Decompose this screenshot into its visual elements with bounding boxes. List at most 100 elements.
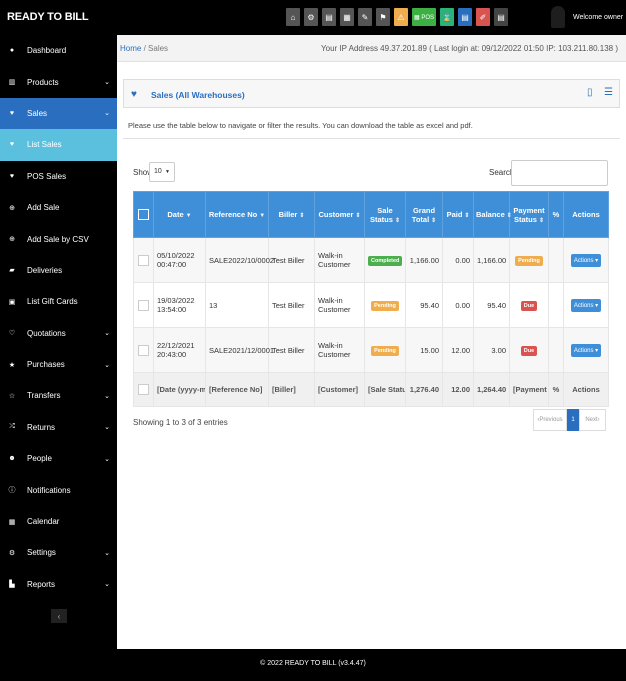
breadcrumb-home-link[interactable]: Home: [120, 44, 141, 53]
column-header-paid[interactable]: Paid ⇕: [442, 191, 474, 238]
actions-dropdown-button[interactable]: Actions ▾: [570, 298, 602, 312]
sidebar-item-dashboard[interactable]: ● Dashboard: [0, 35, 117, 66]
pagination-next[interactable]: Next›: [579, 409, 606, 431]
row-checkbox[interactable]: [138, 299, 149, 311]
list-options-icon[interactable]: ☰: [604, 87, 613, 101]
page-length-select[interactable]: 10 ▼: [149, 162, 175, 182]
sidebar-item-label: List Gift Cards: [27, 297, 78, 307]
footer-reference-filter[interactable]: [Reference No]: [205, 372, 269, 407]
chevron-down-icon: ⌄: [104, 392, 110, 400]
sidebar-collapse-button[interactable]: ‹: [51, 609, 67, 623]
cell-customer: Walk-in Customer: [314, 282, 365, 328]
footer-payment-status-filter[interactable]: [Payment S: [509, 372, 549, 407]
panel-header: ♥ Sales (All Warehouses) ▯ ☰: [123, 79, 620, 108]
footer-sale-status-filter[interactable]: [Sale Statu: [364, 372, 406, 407]
calendar-icon[interactable]: ▦: [340, 8, 354, 26]
alert-icon[interactable]: ⚠: [394, 8, 408, 26]
star-outline-icon: ☆: [8, 392, 16, 400]
sidebar-item-returns[interactable]: ⤮ Returns ⌄: [0, 412, 117, 443]
cell-payment-status: Pending: [509, 237, 549, 283]
sidebar-item-calendar[interactable]: ▦ Calendar: [0, 506, 117, 537]
top-navbar: READY TO BILL ⌂ ⚙ ▤ ▦ ✎ ⚑ ⚠ ▦ POS ⌛ ▤ ✐ ▤ Welcome o…: [0, 0, 626, 35]
sidebar-item-notifications[interactable]: ⓘ Notifications: [0, 474, 117, 505]
select-all-header[interactable]: [133, 191, 154, 238]
brand-logo[interactable]: READY TO BILL: [7, 11, 89, 23]
ip-info: Your IP Address 49.37.201.89 ( Last logi…: [321, 44, 618, 53]
sidebar-item-label: Purchases: [27, 360, 65, 370]
row-checkbox[interactable]: [138, 344, 149, 356]
column-header-biller[interactable]: Biller ⇕: [268, 191, 315, 238]
sidebar-item-purchases[interactable]: ★ Purchases ⌄: [0, 349, 117, 380]
column-header-reference-no[interactable]: Reference No ▼: [205, 191, 269, 238]
eraser-icon[interactable]: ✐: [476, 8, 490, 26]
select-all-checkbox[interactable]: [138, 209, 149, 220]
star-icon: ★: [8, 361, 16, 369]
sidebar-item-people[interactable]: ☻ People ⌄: [0, 443, 117, 474]
table-row[interactable]: 05/10/2022 00:47:00 SALE2022/10/0002 Test …: [133, 237, 609, 283]
sidebar-item-quotations[interactable]: ♡ Quotations ⌄: [0, 318, 117, 349]
sidebar-item-label: Notifications: [27, 485, 71, 495]
calculator-icon[interactable]: ▤: [322, 8, 336, 26]
sidebar-item-reports[interactable]: ▙ Reports ⌄: [0, 569, 117, 600]
sidebar-item-add-sale[interactable]: ⊕ Add Sale: [0, 192, 117, 223]
footer-date-filter[interactable]: [Date (yyyy-mm: [153, 372, 206, 407]
notes-icon[interactable]: ✎: [358, 8, 372, 26]
sidebar-item-transfers[interactable]: ☆ Transfers ⌄: [0, 380, 117, 411]
column-header-customer[interactable]: Customer ⇕: [314, 191, 365, 238]
timer-icon[interactable]: ⌛: [440, 8, 454, 26]
sidebar-item-list-gift-cards[interactable]: ▣ List Gift Cards: [0, 286, 117, 317]
heart-icon: ♥: [9, 109, 15, 117]
download-xls-icon[interactable]: ▯: [587, 87, 595, 101]
welcome-user-menu[interactable]: Welcome owner: [573, 14, 623, 21]
column-header-date[interactable]: Date ▼: [153, 191, 206, 238]
cell-balance: 95.40: [473, 282, 510, 328]
register-icon[interactable]: ▤: [458, 8, 472, 26]
sidebar-item-products[interactable]: ▥ Products ⌄: [0, 66, 117, 97]
menu-icon[interactable]: ▤: [494, 8, 508, 26]
column-header-grand-total[interactable]: Grand Total ⇕: [405, 191, 443, 238]
avatar[interactable]: [551, 6, 565, 28]
row-select-cell[interactable]: [133, 282, 154, 328]
column-header-label: Reference No: [208, 210, 258, 219]
heart-icon: ♥: [131, 89, 137, 100]
row-select-cell[interactable]: [133, 237, 154, 283]
table-row[interactable]: 19/03/2022 13:54:00 13 Test Biller Walk-in …: [133, 282, 609, 328]
chevron-down-icon: ⌄: [104, 110, 110, 118]
footer-biller-filter[interactable]: [Biller]: [268, 372, 315, 407]
pos-button-icon[interactable]: ▦ POS: [412, 8, 436, 26]
settings-icon[interactable]: ⚙: [304, 8, 318, 26]
row-select-cell[interactable]: [133, 327, 154, 373]
pagination-previous[interactable]: ‹Previous: [533, 409, 567, 431]
sidebar-item-pos-sales[interactable]: ♥ POS Sales: [0, 161, 117, 192]
column-header-sale-status[interactable]: Sale Status ⇕: [364, 191, 406, 238]
sidebar-item-sales[interactable]: ♥ Sales ⌄: [0, 97, 117, 130]
column-header-label: Biller: [278, 210, 298, 219]
language-flag-icon[interactable]: ⚑: [376, 8, 390, 26]
search-input[interactable]: [511, 160, 608, 186]
column-header-balance[interactable]: Balance ⇕: [473, 191, 512, 238]
actions-dropdown-button[interactable]: Actions ▾: [570, 253, 602, 267]
footer-customer-filter[interactable]: [Customer]: [314, 372, 365, 407]
sidebar-item-list-sales[interactable]: ♥ List Sales: [0, 129, 117, 161]
sort-icon: ⇕: [464, 213, 470, 219]
column-header-payment-status[interactable]: Payment Status ⇕: [509, 191, 549, 238]
sidebar-item-label: Settings: [27, 548, 56, 558]
pagination-page-1[interactable]: 1: [567, 409, 579, 431]
sidebar-item-label: Calendar: [27, 517, 60, 527]
row-checkbox[interactable]: [138, 254, 149, 266]
chevron-down-icon: ⌄: [104, 330, 110, 338]
sidebar-item-label: Products: [27, 77, 59, 87]
sidebar-item-deliveries[interactable]: ▰ Deliveries: [0, 255, 117, 286]
actions-dropdown-button[interactable]: Actions ▾: [570, 343, 602, 357]
cell-grand-total: 15.00: [405, 327, 443, 373]
heart-icon: ♥: [9, 172, 15, 180]
cell-sale-status: Pending: [364, 327, 406, 373]
footer-checkbox[interactable]: [138, 384, 149, 395]
footer-actions: Actions: [563, 372, 609, 407]
home-icon[interactable]: ⌂: [286, 8, 300, 26]
sidebar-item-settings[interactable]: ⚙ Settings ⌄: [0, 537, 117, 568]
table-row[interactable]: 22/12/2021 20:43:00 SALE2021/12/0001 Test …: [133, 327, 609, 373]
status-badge: Due: [520, 345, 538, 356]
sidebar-item-add-sale-by-csv[interactable]: ⊕ Add Sale by CSV: [0, 223, 117, 254]
sidebar-item-label: Dashboard: [27, 46, 67, 56]
